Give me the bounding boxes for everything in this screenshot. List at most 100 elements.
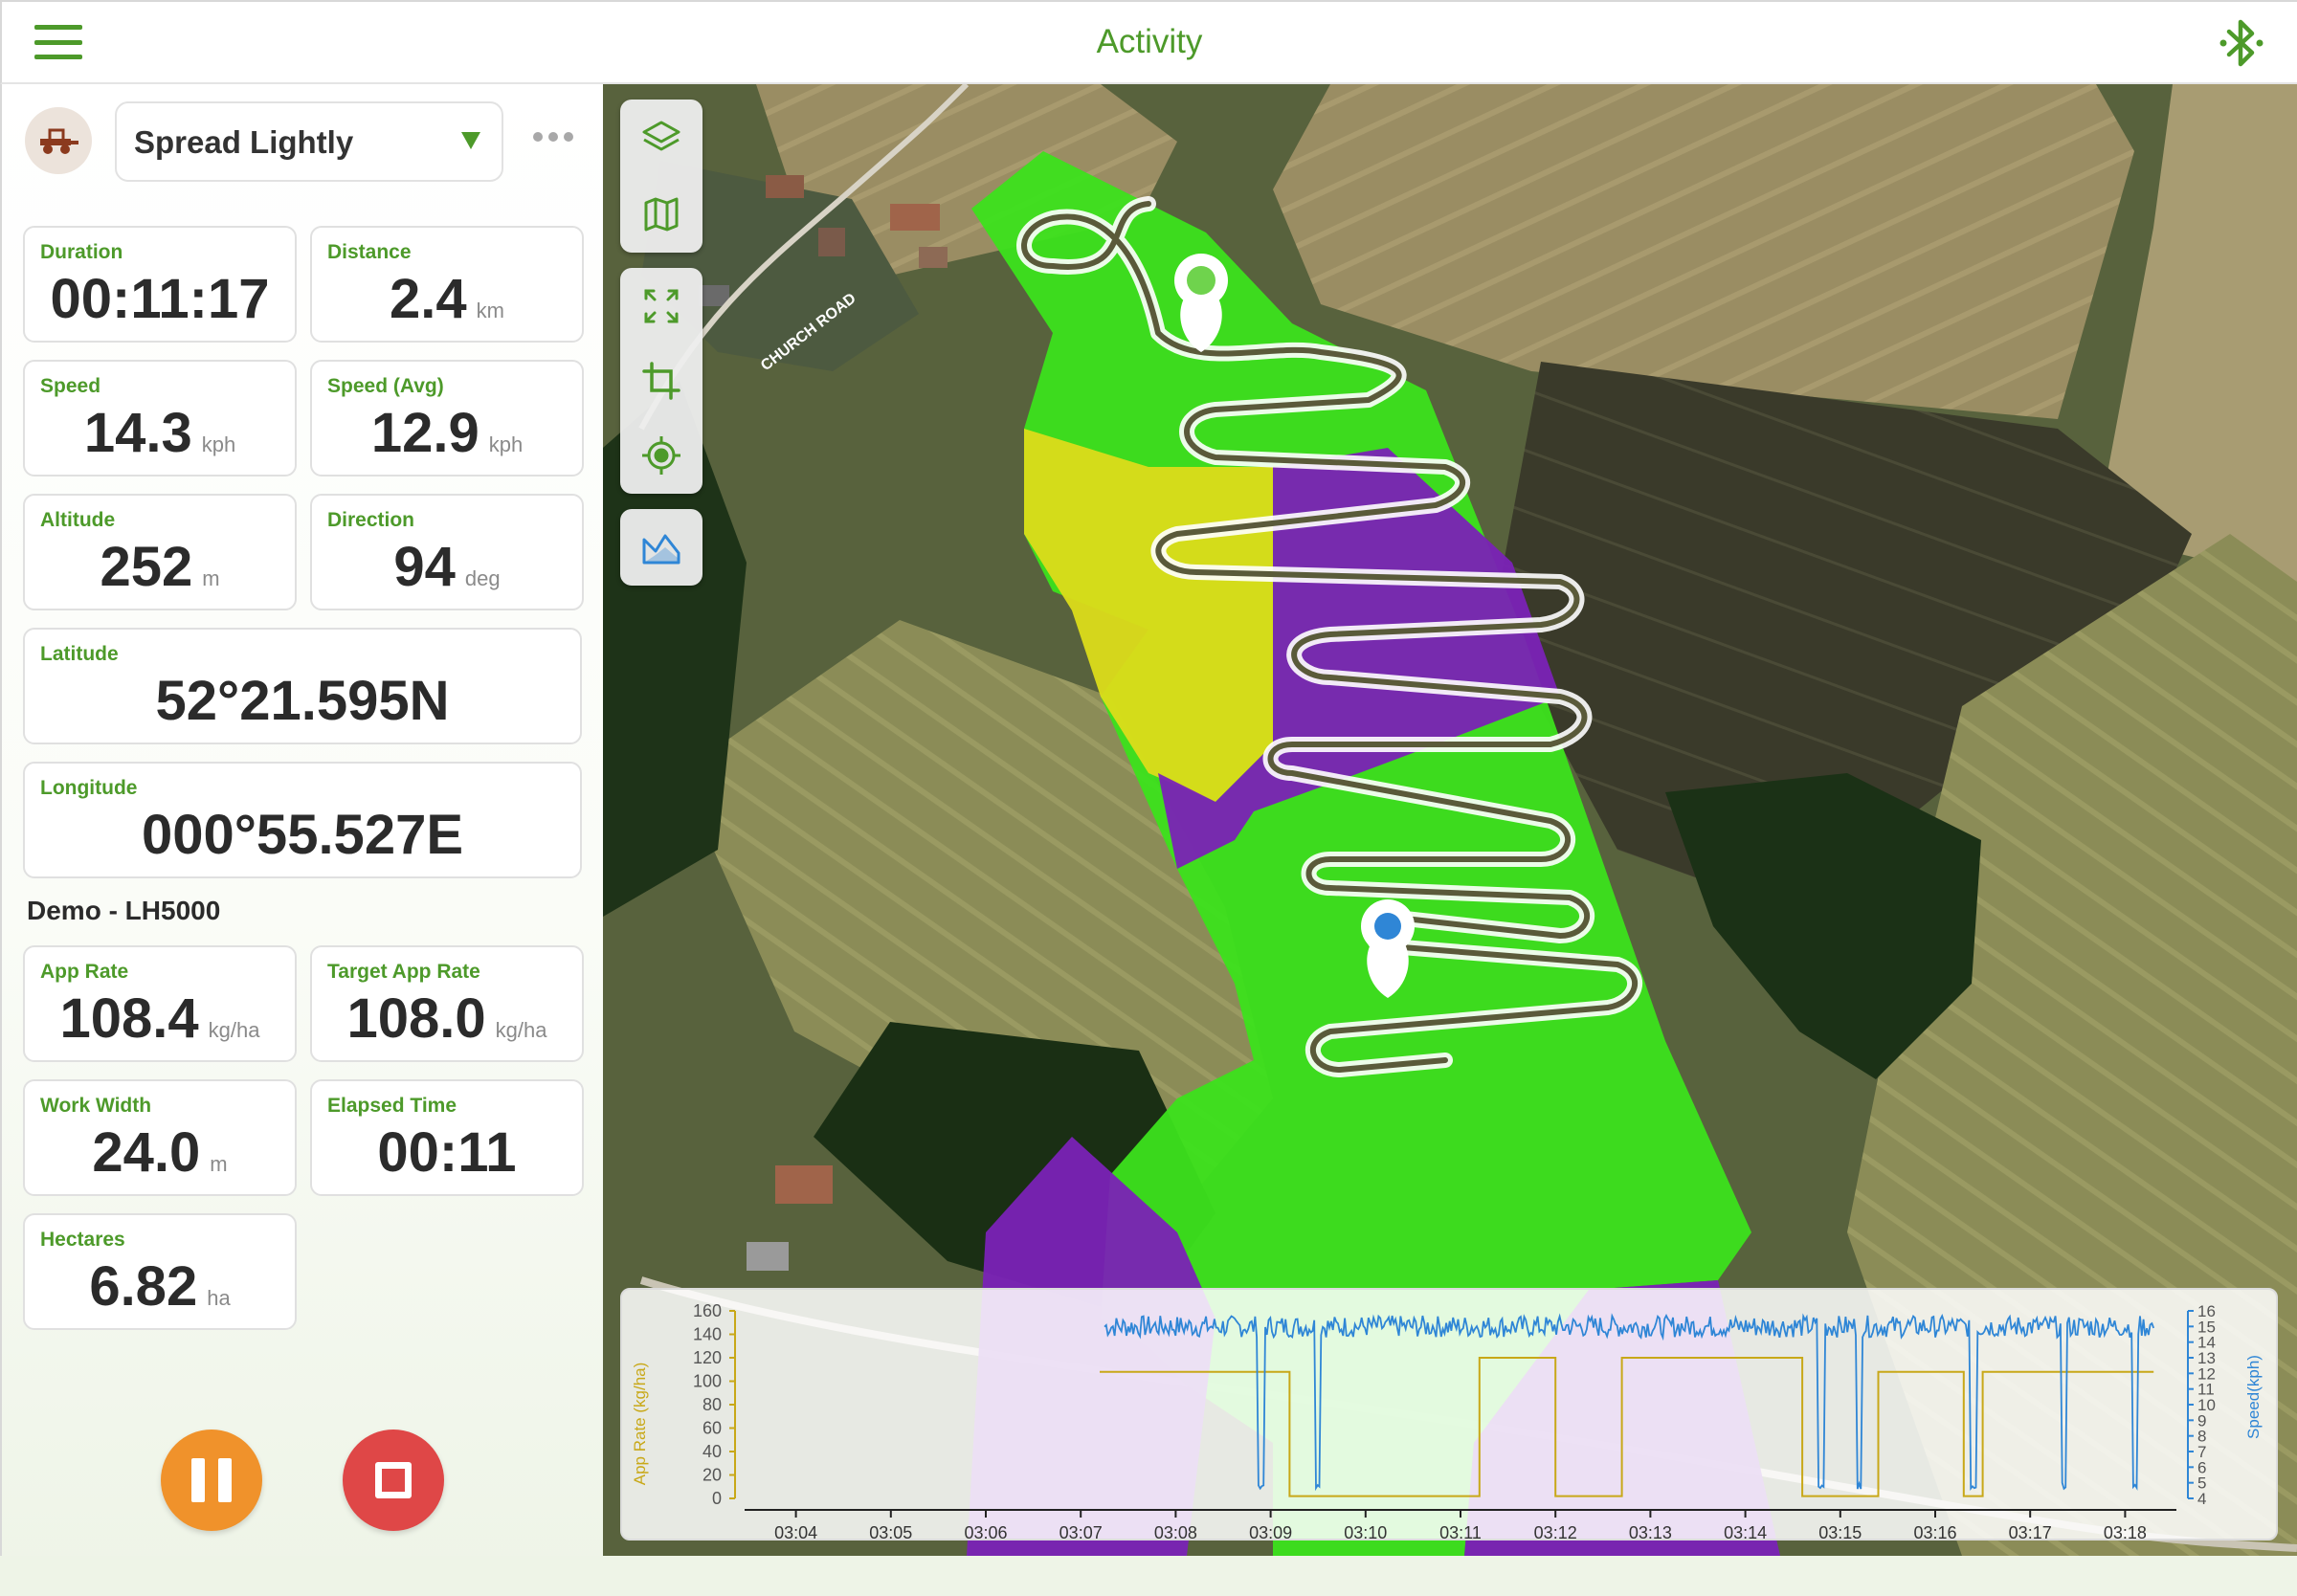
chart-tick-label-right: 14: [2197, 1334, 2216, 1352]
chart-tick-label-left: 40: [702, 1442, 722, 1461]
stat-card-distance: Distance 2.4 km: [310, 226, 584, 343]
chart-tick-label-right: 6: [2197, 1458, 2206, 1476]
stat-card-duration: Duration 00:11:17: [23, 226, 297, 343]
top-bar: Activity: [0, 0, 2297, 84]
chart-tick-label-right: 15: [2197, 1318, 2216, 1336]
chart-tick-label-left: 140: [693, 1325, 722, 1344]
chart-tick-label-x: 03:15: [1818, 1523, 1862, 1542]
chart-tick-label-right: 11: [2197, 1381, 2215, 1399]
stat-label: Work Width: [40, 1095, 152, 1117]
stat-card-target-app-rate: Target App Rate 108.0 kg/ha: [310, 945, 584, 1062]
chart-tick-label-left: 0: [712, 1489, 722, 1508]
chart-tick-label-left: 160: [693, 1301, 722, 1320]
chart-tick-label-left: 80: [702, 1395, 722, 1414]
chart-tick-label-left: 60: [702, 1419, 722, 1438]
crop-icon[interactable]: [620, 343, 702, 419]
chart-tick-label-x: 03:12: [1534, 1523, 1577, 1542]
stat-label: Direction: [327, 509, 415, 531]
stat-card-latitude: Latitude 52°21.595N: [23, 628, 582, 744]
stat-card-hectares: Hectares 6.82 ha: [23, 1213, 297, 1330]
chart-tick-label-right: 12: [2197, 1364, 2216, 1383]
chart-tick-label-x: 03:06: [964, 1523, 1007, 1542]
pause-icon: [191, 1458, 232, 1502]
stat-label: Speed (Avg): [327, 375, 444, 397]
stat-label: Elapsed Time: [327, 1095, 457, 1117]
chart-tick-label-left: 120: [693, 1348, 722, 1367]
map-tool-group-1: [620, 100, 702, 253]
locate-icon[interactable]: [620, 417, 702, 494]
stat-label: Distance: [327, 241, 412, 263]
stat-card-work-width: Work Width 24.0 m: [23, 1079, 297, 1196]
stat-label: Longitude: [40, 777, 138, 799]
stat-label: Duration: [40, 241, 123, 263]
stat-value: 14.3 kph: [83, 402, 236, 464]
chart-tick-label-x: 03:10: [1344, 1523, 1387, 1542]
profile-dropdown[interactable]: Spread Lightly: [115, 101, 503, 182]
chart-tick-label-x: 03:08: [1154, 1523, 1197, 1542]
chart-tick-label-right: 16: [2197, 1302, 2216, 1320]
chart-tick-label-x: 03:07: [1059, 1523, 1103, 1542]
chart-tick-label-x: 03:14: [1724, 1523, 1767, 1542]
stat-card-altitude: Altitude 252 m: [23, 494, 297, 610]
chart-tick-label-right: 4: [2197, 1490, 2206, 1508]
tractor-icon[interactable]: [25, 107, 92, 174]
chart-tick-label-x: 03:13: [1629, 1523, 1672, 1542]
stat-card-app-rate: App Rate 108.4 kg/ha: [23, 945, 297, 1062]
chart-tick-label-right: 7: [2197, 1443, 2206, 1461]
stat-value: 24.0 m: [92, 1121, 228, 1184]
chart-ylabel-left: App Rate (kg/ha): [631, 1363, 649, 1486]
chart-tick-label-x: 03:05: [869, 1523, 912, 1542]
stat-label: Speed: [40, 375, 101, 397]
more-dots-icon[interactable]: [533, 132, 573, 142]
chart-tick-label-right: 8: [2197, 1428, 2206, 1446]
stat-value: 252 m: [100, 536, 220, 598]
layers-icon[interactable]: [620, 100, 702, 176]
map-icon[interactable]: [620, 176, 702, 253]
stats-panel: Spread Lightly Duration 00:11:17 Distanc…: [0, 84, 603, 1596]
stat-value: 108.4 kg/ha: [59, 987, 260, 1050]
chevron-down-icon: [461, 132, 480, 149]
chart-series-speed: [1104, 1313, 2155, 1492]
chart-tick-label-x: 03:16: [1913, 1523, 1956, 1542]
stop-icon: [375, 1462, 412, 1498]
bottom-strip: [0, 1556, 2297, 1596]
stat-label: Hectares: [40, 1229, 125, 1251]
chart-ylabel-right: Speed(kph): [2244, 1355, 2263, 1439]
implement-name: Demo - LH5000: [27, 896, 221, 925]
stat-value: 108.0 kg/ha: [346, 987, 547, 1050]
chart-tick-label-left: 100: [693, 1372, 722, 1391]
stat-value: 00:11:17: [50, 268, 270, 330]
chart-tick-label-x: 03:04: [774, 1523, 817, 1542]
stat-value: 94 deg: [393, 536, 501, 598]
chart-tick-label-x: 03:11: [1439, 1523, 1482, 1542]
stat-label: Target App Rate: [327, 961, 480, 983]
stat-label: Latitude: [40, 643, 119, 665]
stat-value: 000°55.527E: [141, 804, 464, 866]
chart-tick-label-x: 03:09: [1249, 1523, 1292, 1542]
stat-label: App Rate: [40, 961, 129, 983]
stat-card-longitude: Longitude 000°55.527E: [23, 762, 582, 878]
chart-tick-label-right: 13: [2197, 1349, 2216, 1367]
stat-card-speed: Speed 14.3 kph: [23, 360, 297, 477]
stat-label: Altitude: [40, 509, 116, 531]
chart-tick-label-x: 03:18: [2104, 1523, 2147, 1542]
fit-extent-icon[interactable]: [620, 268, 702, 344]
bluetooth-icon[interactable]: [2216, 16, 2267, 70]
chart-tick-label-right: 10: [2197, 1396, 2216, 1414]
pause-button[interactable]: [161, 1430, 262, 1531]
stat-value: 00:11: [377, 1121, 517, 1184]
stat-value: 2.4 km: [390, 268, 504, 330]
chart-svg: 0 20 40 60 80 100 120 140 160 4567891011121314151…: [631, 1301, 2263, 1542]
rate-speed-chart: 0 20 40 60 80 100 120 140 160 4 5 6 7 8 9 10 11 12 13 14 15 1…: [620, 1288, 2278, 1542]
terrain-icon[interactable]: [620, 509, 702, 586]
stat-card-elapsed-time: Elapsed Time 00:11: [310, 1079, 584, 1196]
chart-tick-label-x: 03:17: [2009, 1523, 2052, 1542]
stop-button[interactable]: [343, 1430, 444, 1531]
chart-tick-label-right: 9: [2197, 1411, 2206, 1430]
stat-value: 6.82 ha: [89, 1255, 231, 1318]
stat-value: 52°21.595N: [155, 670, 450, 732]
map-tool-group-3: [620, 509, 702, 586]
stat-value: 12.9 kph: [370, 402, 524, 464]
page-title: Activity: [1096, 23, 1203, 60]
chart-tick-label-right: 5: [2197, 1474, 2206, 1493]
